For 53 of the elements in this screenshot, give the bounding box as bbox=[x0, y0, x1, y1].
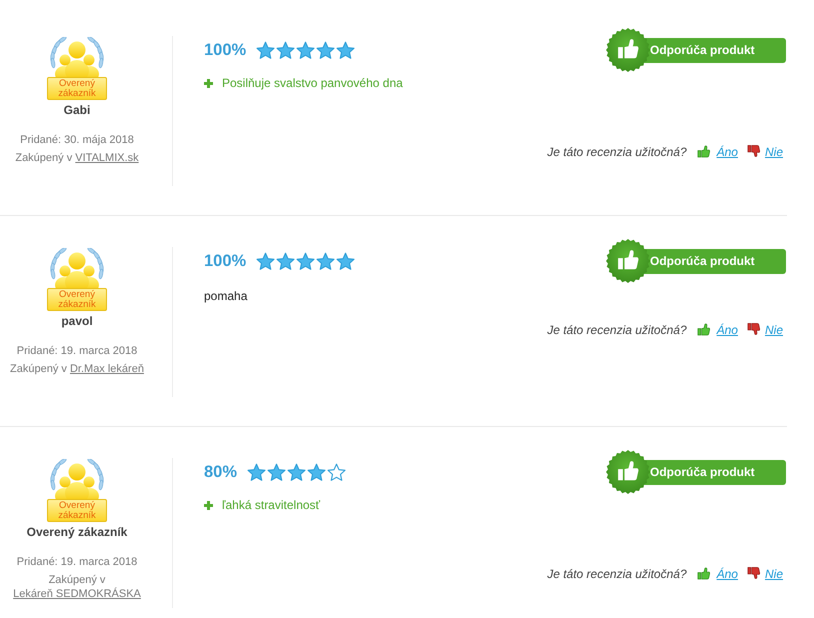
thumbs-up-seal-icon bbox=[606, 239, 650, 283]
star-icon bbox=[336, 40, 356, 60]
pro-text: ľahká stravitelnosť bbox=[222, 498, 320, 513]
thumbs-down-icon[interactable] bbox=[746, 145, 760, 158]
star-icon bbox=[296, 252, 316, 270]
added-date: Pridané: 19. marca 2018 bbox=[16, 344, 138, 358]
thumbs-up-icon[interactable] bbox=[696, 567, 710, 580]
reviewer-name: pavol bbox=[61, 314, 93, 329]
thumbs-down-icon[interactable] bbox=[746, 567, 760, 580]
star-icon bbox=[287, 462, 306, 482]
rating-percent: 80% bbox=[204, 462, 238, 482]
star-icon bbox=[296, 40, 316, 60]
pro-text: Posilňuje svalstvo panvového dna bbox=[222, 76, 403, 91]
downvote-link[interactable]: Nie bbox=[764, 566, 783, 580]
thumbs-up-seal-icon bbox=[606, 450, 650, 494]
star-icon bbox=[276, 40, 296, 60]
helpful-question: Je táto recenzia užitočná? bbox=[547, 322, 687, 336]
purchase-info: Zakúpený v VITALMIX.sk bbox=[15, 151, 139, 165]
star-icon bbox=[247, 462, 266, 482]
thumbs-down-icon[interactable] bbox=[746, 323, 760, 336]
plus-icon bbox=[204, 501, 213, 510]
downvote-link[interactable]: Nie bbox=[764, 144, 783, 158]
star-icon bbox=[336, 252, 356, 270]
rating-percent: 100% bbox=[204, 251, 246, 271]
upvote-link[interactable]: Áno bbox=[716, 566, 738, 580]
plus-icon bbox=[204, 79, 213, 88]
helpful-question: Je táto recenzia užitočná? bbox=[547, 144, 687, 158]
star-icon bbox=[327, 462, 346, 482]
shop-link[interactable]: VITALMIX.sk bbox=[75, 152, 139, 164]
upvote-link[interactable]: Áno bbox=[716, 144, 738, 158]
star-icon bbox=[276, 252, 296, 270]
star-icon bbox=[316, 252, 336, 270]
star-icon bbox=[256, 40, 276, 60]
star-icon bbox=[307, 462, 326, 482]
rating-percent: 100% bbox=[204, 40, 246, 60]
helpful-question: Je táto recenzia užitočná? bbox=[547, 566, 687, 580]
reviewer-name: Gabi bbox=[64, 103, 90, 118]
purchase-info: Zakúpený v Dr.Max lekáreň bbox=[10, 362, 144, 376]
shop-link[interactable]: Lekáreň SEDMOKRÁSKA bbox=[13, 588, 141, 600]
downvote-link[interactable]: Nie bbox=[764, 322, 783, 336]
review-text: pomaha bbox=[204, 289, 248, 303]
star-icon bbox=[316, 40, 336, 60]
thumbs-up-icon[interactable] bbox=[696, 145, 710, 158]
purchase-info: Zakúpený v Lekáreň SEDMOKRÁSKA bbox=[12, 573, 142, 601]
upvote-link[interactable]: Áno bbox=[716, 322, 738, 336]
star-icon bbox=[256, 252, 276, 270]
thumbs-up-icon[interactable] bbox=[696, 323, 710, 336]
shop-link[interactable]: Dr.Max lekáreň bbox=[70, 363, 144, 375]
added-date: Pridané: 30. mája 2018 bbox=[20, 133, 134, 147]
reviewer-name: Overený zákazník bbox=[26, 525, 128, 540]
star-icon bbox=[267, 462, 286, 482]
added-date: Pridané: 19. marca 2018 bbox=[16, 555, 138, 569]
thumbs-up-seal-icon bbox=[606, 28, 650, 72]
